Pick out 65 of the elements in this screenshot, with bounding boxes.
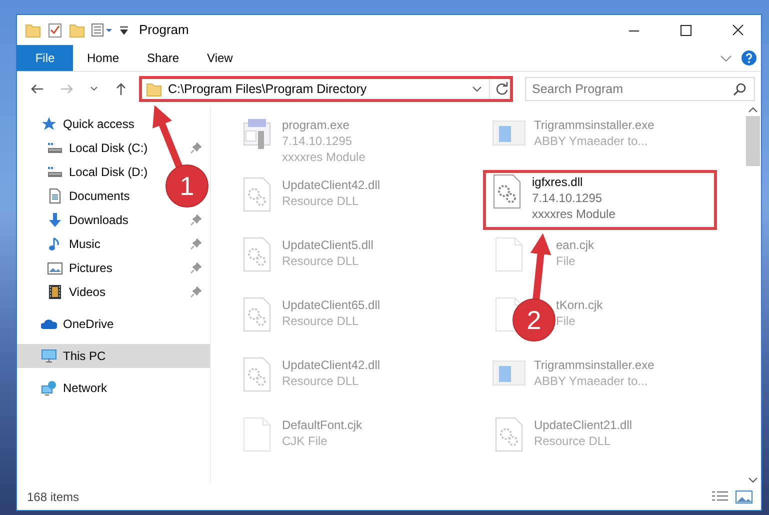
download-icon	[47, 212, 63, 228]
drive-icon	[47, 164, 63, 180]
large-icons-view-icon[interactable]	[735, 490, 753, 504]
checklist-icon[interactable]	[47, 22, 63, 38]
nav-item[interactable]: Videos	[69, 283, 106, 301]
file-detail: xxxxres Module	[532, 206, 616, 222]
nav-item[interactable]: Local Disk (D:)	[69, 163, 148, 181]
film-icon	[47, 284, 63, 300]
help-icon[interactable]	[741, 50, 757, 66]
nav-item[interactable]: Network	[63, 379, 108, 397]
scrollbar-thumb[interactable]	[746, 116, 760, 166]
search-icon[interactable]	[733, 82, 747, 96]
folder-icon	[146, 81, 162, 97]
address-path: C:\Program Files\Program Directory	[168, 80, 368, 98]
file-detail: Resource DLL	[282, 193, 360, 209]
pin-icon[interactable]	[190, 286, 202, 298]
nav-item[interactable]: Documents	[69, 187, 130, 205]
address-bar[interactable]: C:\Program Files\Program Directory	[139, 76, 513, 102]
file-detail: ABBY Ymaeader to...	[534, 373, 649, 389]
nav-item[interactable]: OneDrive	[63, 315, 114, 333]
file-detail: Resource DLL	[282, 253, 360, 269]
close-icon[interactable]	[730, 22, 746, 38]
scroll-up-icon[interactable]	[748, 106, 758, 114]
window-title: Program	[139, 21, 189, 40]
nav-item[interactable]: Downloads	[69, 211, 128, 229]
document-icon	[47, 188, 63, 204]
pin-icon[interactable]	[190, 142, 202, 154]
drive-icon	[47, 140, 63, 156]
scroll-down-icon[interactable]	[748, 476, 758, 484]
file-detail: 7.14.10.1295	[282, 133, 354, 149]
callout-badge	[512, 298, 556, 342]
file-detail: CJK File	[282, 433, 328, 449]
file-detail: Resource DLL	[534, 433, 612, 449]
nav-item[interactable]: Music	[69, 235, 100, 253]
ribbon-tab[interactable]: View	[193, 45, 247, 71]
file-detail: Resource DLL	[282, 373, 360, 389]
file-detail: Resource DLL	[282, 313, 360, 329]
callout-number: 2	[526, 305, 542, 335]
nav-item[interactable]: Local Disk (C:)	[69, 139, 148, 157]
nav-item[interactable]: Quick access	[63, 115, 134, 133]
callout-badge	[166, 164, 208, 208]
maximize-icon[interactable]	[678, 22, 694, 38]
file-menu-button[interactable]: File	[17, 45, 73, 71]
star-icon	[41, 116, 57, 132]
file-name[interactable]: igfxres.dll	[532, 174, 616, 190]
pin-icon[interactable]	[190, 262, 202, 274]
refresh-icon[interactable]	[494, 81, 510, 97]
picture-icon	[47, 260, 63, 276]
pin-icon[interactable]	[190, 238, 202, 250]
properties-icon[interactable]	[91, 22, 113, 38]
nav-item[interactable]: This PC	[63, 347, 106, 365]
file-detail: File	[556, 253, 576, 269]
network-icon	[41, 380, 57, 396]
pin-icon[interactable]	[190, 214, 202, 226]
item-count: 168 items	[27, 489, 80, 506]
nav-item[interactable]: Pictures	[69, 259, 112, 277]
file-detail: ABBY Ymaeader to...	[534, 133, 649, 149]
file-detail: File	[556, 313, 576, 329]
callout-number: 1	[180, 171, 194, 201]
file-detail: xxxxres Module	[282, 149, 366, 165]
file-detail: 7.14.10.1295	[532, 190, 604, 206]
ribbon-tab[interactable]: Share	[133, 45, 194, 71]
search-field[interactable]: Search Program	[525, 77, 755, 101]
computer-icon	[41, 348, 57, 364]
ribbon-tab[interactable]: Home	[73, 45, 134, 71]
